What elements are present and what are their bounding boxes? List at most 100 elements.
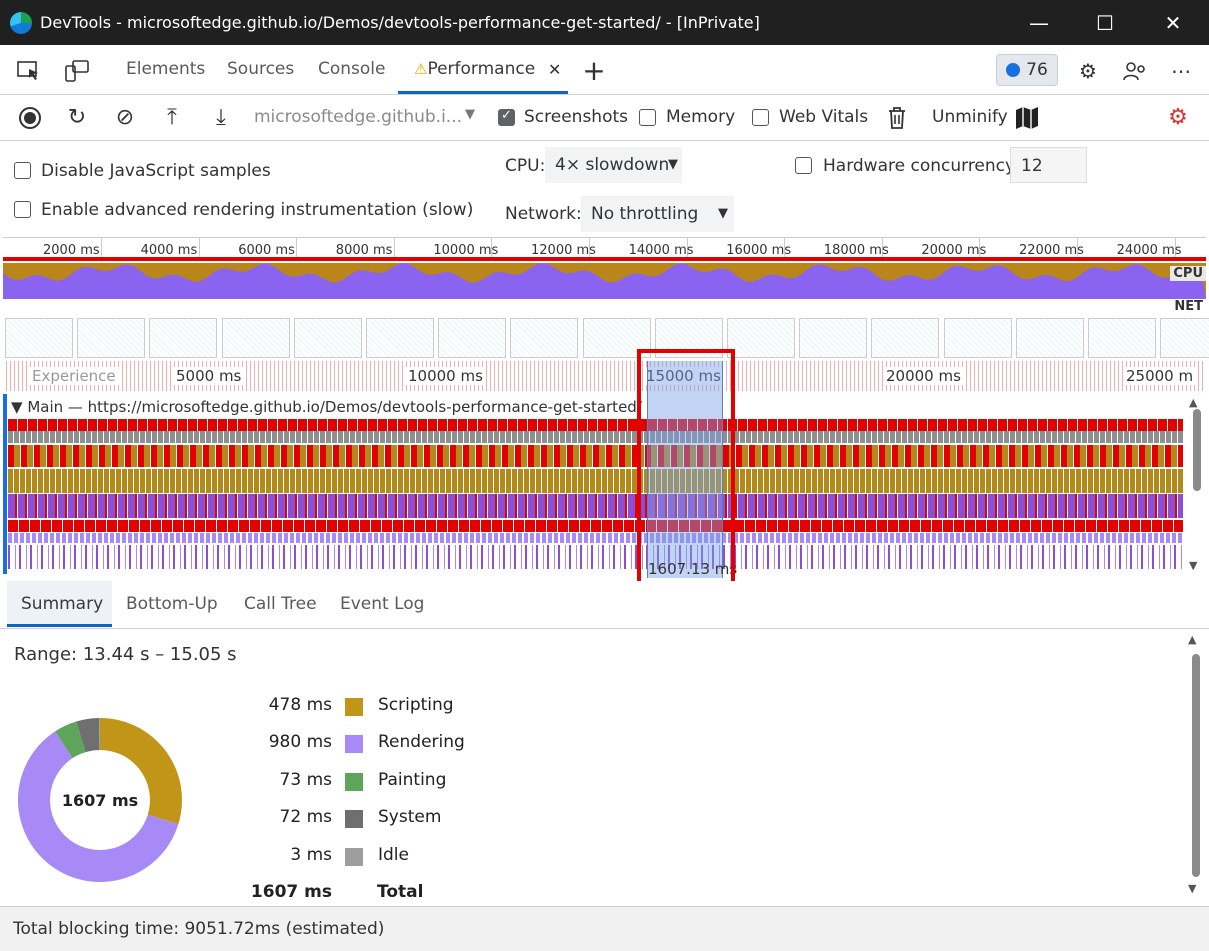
cpu-throttling-value: 4× slowdown — [555, 155, 670, 175]
main-track-label: Main — https://microsoftedge.github.io/D… — [27, 398, 642, 416]
reload-record-icon[interactable]: ↻ — [63, 104, 91, 132]
timeline-tick: 10000 ms — [405, 367, 486, 385]
disable-js-samples-label: Disable JavaScript samples — [41, 161, 271, 181]
issues-count: 76 — [1026, 60, 1048, 80]
minimize-button[interactable]: — — [1005, 0, 1073, 45]
tab-event-log[interactable]: Event Log — [340, 581, 424, 627]
hardware-concurrency-checkbox[interactable] — [795, 157, 812, 174]
tab-sources[interactable]: Sources — [227, 45, 294, 94]
overview-red-marker — [3, 257, 1206, 261]
screenshot-thumbnail[interactable] — [149, 318, 218, 358]
main-track-header[interactable]: ▼ Main — https://microsoftedge.github.io… — [11, 398, 642, 416]
screenshot-thumbnail[interactable] — [5, 318, 73, 358]
screenshot-thumbnail[interactable] — [510, 318, 579, 358]
hardware-concurrency-input[interactable]: 12 — [1010, 147, 1087, 183]
scroll-up-icon[interactable]: ▲ — [1189, 396, 1197, 409]
legend-value: 3 ms — [290, 845, 332, 865]
disable-js-samples-checkbox[interactable] — [14, 162, 31, 179]
map-icon[interactable] — [1013, 104, 1041, 132]
main-timeline[interactable]: Experience 5000 ms 10000 ms 15000 ms 200… — [3, 361, 1206, 581]
legend-name: Scripting — [378, 695, 454, 715]
net-track-label: NET — [1171, 299, 1206, 314]
maximize-button[interactable]: ☐ — [1071, 0, 1139, 45]
screenshot-thumbnail[interactable] — [943, 318, 1012, 358]
advanced-rendering-checkbox[interactable] — [14, 201, 31, 218]
customize-icon[interactable] — [1122, 58, 1148, 84]
tab-summary[interactable]: Summary — [7, 581, 112, 627]
legend-swatch — [345, 735, 363, 753]
overview-tick-label: 16000 ms — [726, 243, 792, 258]
overview-tick-label: 12000 ms — [531, 243, 596, 258]
record-icon[interactable] — [16, 104, 44, 132]
timeline-scrollbar[interactable] — [1193, 409, 1201, 491]
scroll-down-icon[interactable]: ▼ — [1189, 559, 1197, 572]
screenshot-thumbnail[interactable] — [366, 318, 434, 358]
screenshot-thumbnail[interactable] — [1015, 318, 1084, 358]
upload-profile-icon[interactable]: ⤒ — [158, 104, 186, 132]
timeline-overview[interactable]: 2000 ms 4000 ms 6000 ms 8000 ms 10000 ms 1200… — [3, 237, 1209, 361]
unminify-button[interactable]: Unminify — [932, 107, 1008, 127]
timeline-tick: 25000 m — [1123, 367, 1197, 385]
collapse-triangle-icon[interactable]: ▼ — [11, 398, 23, 416]
clear-icon[interactable]: ⊘ — [111, 104, 139, 132]
cpu-throttling-select[interactable]: 4× slowdown ▼ — [545, 147, 682, 183]
close-tab-icon[interactable]: ✕ — [548, 45, 561, 94]
tab-console[interactable]: Console — [318, 45, 386, 94]
window-titlebar: DevTools - microsoftedge.github.io/Demos… — [0, 0, 1209, 45]
hardware-concurrency-label: Hardware concurrency — [823, 156, 1016, 176]
inspect-element-icon[interactable] — [16, 58, 42, 84]
summary-donut-chart: 1607 ms — [17, 718, 183, 882]
issues-message-icon — [1006, 63, 1021, 77]
tab-call-tree[interactable]: Call Tree — [244, 581, 317, 627]
flame-row — [8, 533, 1183, 543]
timeline-tick: 20000 ms — [883, 367, 964, 385]
memory-checkbox[interactable] — [639, 109, 656, 126]
screenshot-thumbnail[interactable] — [727, 318, 795, 358]
settings-gear-icon[interactable]: ⚙ — [1075, 58, 1101, 84]
flame-row — [8, 419, 1183, 431]
tab-performance-label: Performance — [427, 59, 536, 79]
overview-tick-label: 6000 ms — [238, 243, 295, 258]
tab-performance[interactable]: ⚠Performance ✕ — [398, 45, 568, 94]
legend-value: 73 ms — [279, 770, 332, 790]
overview-tick-label: 8000 ms — [335, 243, 393, 258]
tab-elements[interactable]: Elements — [126, 45, 205, 94]
advanced-rendering-label: Enable advanced rendering instrumentatio… — [41, 200, 474, 220]
scroll-down-icon[interactable]: ▼ — [1188, 882, 1196, 895]
flame-row — [8, 494, 1183, 518]
network-throttling-select[interactable]: No throttling ▼ — [581, 196, 734, 232]
legend-value: 72 ms — [279, 807, 332, 827]
performance-toolbar: ↻ ⊘ ⤒ ⤓ microsoftedge.github.i... ▼ Scre… — [0, 95, 1209, 141]
screenshot-thumbnail[interactable] — [221, 318, 290, 358]
device-emulation-icon[interactable] — [64, 58, 90, 84]
screenshot-thumbnail[interactable] — [799, 318, 868, 358]
more-tools-plus-icon[interactable]: + — [581, 57, 607, 85]
summary-range: Range: 13.44 s – 15.05 s — [14, 644, 237, 665]
scroll-up-icon[interactable]: ▲ — [1188, 633, 1196, 646]
screenshot-thumbnail[interactable] — [1088, 318, 1156, 358]
cpu-track-label: CPU — [1170, 266, 1206, 281]
experience-track-label: Experience — [29, 367, 119, 385]
tab-bottom-up[interactable]: Bottom-Up — [126, 581, 218, 627]
screenshot-thumbnail[interactable] — [1160, 318, 1209, 358]
close-window-button[interactable]: ✕ — [1139, 0, 1207, 45]
summary-panel: Range: 13.44 s – 15.05 s 1607 ms 478 ms … — [0, 629, 1209, 906]
summary-scrollbar[interactable] — [1192, 654, 1200, 877]
screenshots-checkbox[interactable] — [498, 108, 515, 126]
more-options-icon[interactable]: ⋯ — [1168, 58, 1194, 84]
total-label: Total — [377, 882, 424, 902]
profile-select-chevron-down-icon[interactable]: ▼ — [465, 107, 475, 122]
profile-select[interactable]: microsoftedge.github.i... — [254, 107, 462, 127]
status-bar: Total blocking time: 9051.72ms (estimate… — [0, 906, 1209, 951]
screenshot-thumbnail[interactable] — [871, 318, 940, 358]
web-vitals-checkbox[interactable] — [752, 109, 769, 126]
capture-settings-panel: Disable JavaScript samples Enable advanc… — [0, 141, 1209, 237]
main-track-bracket — [3, 394, 7, 574]
screenshot-thumbnail[interactable] — [77, 318, 146, 358]
download-profile-icon[interactable]: ⤓ — [207, 104, 235, 132]
capture-settings-gear-icon[interactable]: ⚙ — [1164, 104, 1192, 132]
screenshot-thumbnail[interactable] — [438, 318, 507, 358]
trash-icon[interactable] — [883, 104, 911, 132]
issues-badge[interactable]: 76 — [996, 54, 1058, 86]
screenshot-thumbnail[interactable] — [293, 318, 362, 358]
